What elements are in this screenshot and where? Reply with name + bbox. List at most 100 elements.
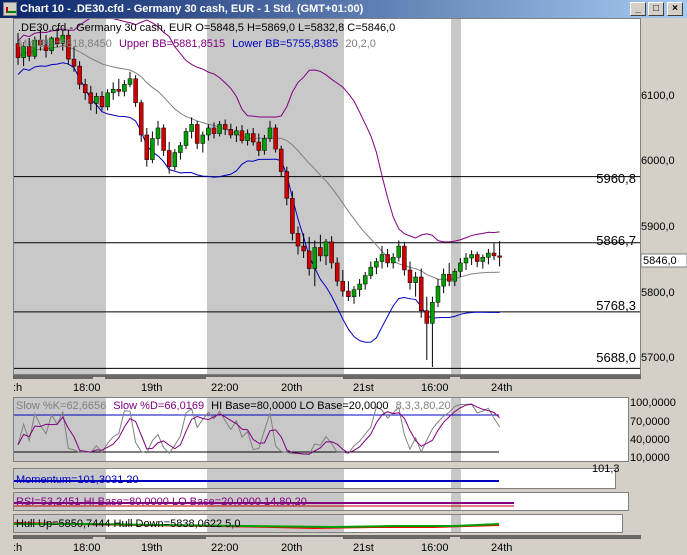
candle-body	[88, 92, 94, 104]
candle-body	[278, 148, 284, 172]
candle-body	[469, 254, 474, 259]
candle-body	[110, 89, 116, 94]
session-shade-2	[207, 19, 344, 374]
close-button[interactable]: ×	[667, 2, 683, 16]
candle-body	[334, 262, 340, 282]
current-price-label: 5846,0	[643, 255, 677, 267]
time-tick: 18:00	[73, 382, 101, 394]
hull-panel: Hull Up=5850,7444 Hull Down=5838,0622 5,…	[13, 514, 623, 533]
candle-body	[306, 250, 312, 269]
candle-body	[127, 78, 133, 85]
time-axis-top: :h 18:00 19th 22:00 20th 21st 16:00 24th	[13, 375, 641, 394]
hline-label-5688: 5688,0	[596, 350, 636, 365]
hline-labels: 5960,8 5866,7 5768,3 5688,0	[596, 171, 636, 365]
candle-body	[245, 133, 250, 141]
candle-body	[200, 134, 206, 144]
time-tick: 21st	[353, 542, 374, 554]
window-title: Chart 10 - .DE30.cfd - Germany 30 cash, …	[20, 3, 364, 15]
stoch-tick: 70,0000	[630, 416, 670, 428]
candle-body	[161, 127, 166, 151]
candle-body	[116, 89, 122, 92]
candle-body	[228, 129, 234, 136]
candle-body	[424, 310, 430, 324]
time-tick: 24th	[491, 542, 512, 554]
candle-body	[222, 124, 228, 130]
candle-body	[295, 233, 301, 247]
candle-body	[312, 247, 318, 269]
candle-body	[452, 271, 458, 282]
time-tick: 16:00	[421, 542, 449, 554]
stoch-tick: 100,0000	[630, 397, 676, 409]
momentum-value-label: 101,3	[592, 463, 620, 475]
hline-label-5768: 5768,3	[596, 298, 636, 313]
stoch-d-label: Slow %D=66,0169	[113, 400, 204, 412]
stoch-axis: 100,0000 70,0000 40,0000 10,0000	[630, 397, 676, 463]
candle-body	[357, 283, 362, 290]
candle-body	[474, 254, 480, 262]
bb-upper-label: Upper BB=5881,8515	[119, 38, 225, 50]
price-tick: 6100,0	[641, 90, 675, 102]
candle-body	[234, 130, 239, 136]
momentum-value: 101,3	[592, 463, 620, 475]
candle-body	[105, 92, 110, 108]
price-header: .DE30.cfd - Germany 30 cash, EUR O=5848,…	[18, 22, 395, 34]
candle-body	[250, 133, 256, 143]
candle-body	[458, 262, 463, 272]
candle-body	[396, 245, 402, 258]
candle-body	[77, 65, 82, 85]
candle-body	[446, 273, 452, 282]
price-tick: 5900,0	[641, 221, 675, 233]
price-axis: 6100,0 6000,0 5900,0 5800,0 5700,0 5846,…	[641, 90, 687, 364]
candle-body	[82, 84, 88, 94]
maximize-button[interactable]: □	[648, 2, 664, 16]
candle-body	[150, 138, 155, 160]
candle-body	[463, 257, 469, 264]
time-tick: 19th	[141, 382, 162, 394]
time-tick: :h	[13, 542, 22, 554]
time-tick: 16:00	[421, 382, 449, 394]
candle-body	[290, 198, 295, 234]
candle-body	[368, 266, 374, 276]
session-shade-3	[451, 19, 461, 374]
price-tick: 5700,0	[641, 352, 675, 364]
candle-body	[497, 255, 502, 258]
candle-body	[418, 276, 424, 311]
candle-body	[329, 241, 334, 264]
time-axis-bottom: :h 18:00 19th 22:00 20th 21st 16:00 24th	[13, 535, 641, 554]
candle-body	[284, 171, 290, 199]
hull-label: Hull Up=5850,7444 Hull Down=5838,0622 5,…	[16, 518, 240, 530]
candle-body	[385, 254, 390, 264]
time-tick: 19th	[141, 542, 162, 554]
candle-body	[430, 302, 435, 324]
momentum-panel: Momentum=101,3031 20	[13, 468, 616, 489]
stoch-tick: 10,0000	[630, 452, 670, 463]
time-tick: 18:00	[73, 542, 101, 554]
candle-body	[239, 130, 245, 141]
candle-body	[99, 96, 105, 108]
candle-body	[172, 152, 178, 167]
candle-body	[413, 276, 418, 283]
candle-body	[351, 289, 357, 297]
candle-body	[491, 252, 497, 257]
stoch-levels-label: HI Base=80,0000 LO Base=20,0000	[211, 400, 388, 412]
bb-mid-label: Mid BB=5818,8450	[18, 38, 112, 50]
session-shade-1	[14, 19, 106, 374]
stoch-params-label: 8,3,3,80,20	[396, 400, 451, 412]
time-tick: :h	[13, 382, 22, 394]
stoch-tick: 40,0000	[630, 434, 670, 446]
candle-body	[318, 247, 323, 257]
candle-body	[486, 252, 491, 258]
time-tick: 21st	[353, 382, 374, 394]
candle-body	[194, 124, 200, 144]
candle-body	[379, 254, 385, 262]
hline-label-5960: 5960,8	[596, 171, 636, 186]
candle-body	[206, 127, 211, 136]
stoch-k-label: Slow %K=62,6656	[16, 400, 106, 412]
time-tick: 24th	[491, 382, 512, 394]
candle-body	[256, 141, 262, 151]
candle-body	[178, 145, 183, 153]
momentum-label: Momentum=101,3031 20	[16, 474, 139, 486]
minimize-button[interactable]: _	[630, 2, 646, 16]
candle-body	[71, 58, 77, 67]
chart-window-icon	[3, 2, 17, 16]
